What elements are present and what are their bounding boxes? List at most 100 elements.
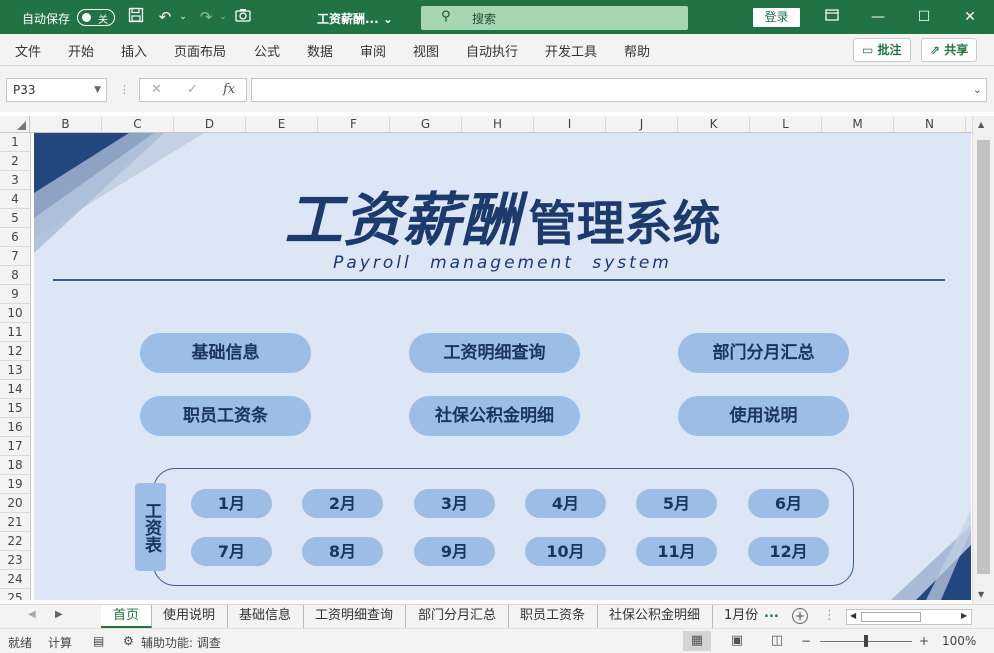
row-label[interactable]: 12 [0,342,30,361]
tab-scroll-right-icon[interactable]: ▶ [55,609,63,620]
tab-instructions[interactable]: 使用说明 [151,605,229,628]
tab-social-security[interactable]: 社保公积金明细 [597,605,714,628]
expand-formula-icon[interactable]: ⌄ [973,83,982,96]
menu-developer[interactable]: 开发工具 [545,41,597,60]
calculate-status[interactable]: 计算 [48,634,72,651]
menu-file[interactable]: 文件 [15,41,41,60]
share-button[interactable]: ⇗ 共享 [921,38,978,62]
month-button-9[interactable]: 9月 [414,537,495,566]
nav-button-payslip[interactable]: 职员工资条 [140,396,311,436]
undo-icon[interactable]: ↶ [155,7,175,27]
column-label[interactable]: B [30,117,102,132]
month-button-3[interactable]: 3月 [414,489,495,518]
column-label[interactable]: M [822,117,894,132]
zoom-in-button[interactable]: + [919,634,929,648]
zoom-out-button[interactable]: − [801,634,811,648]
menu-view[interactable]: 视图 [413,41,439,60]
nav-button-department-summary[interactable]: 部门分月汇总 [678,333,849,373]
save-icon[interactable] [126,7,146,27]
menu-insert[interactable]: 插入 [121,41,147,60]
month-button-7[interactable]: 7月 [191,537,272,566]
row-label[interactable]: 5 [0,209,30,228]
page-break-view-icon[interactable]: ◫ [763,631,791,651]
document-title[interactable]: 工资薪酬... ⌄ [317,10,393,27]
menu-home[interactable]: 开始 [68,41,94,60]
confirm-icon[interactable]: ✓ [187,82,198,97]
row-label[interactable]: 6 [0,228,30,247]
normal-view-icon[interactable]: ▦ [683,631,711,651]
zoom-level[interactable]: 100% [942,634,976,648]
autosave-toggle[interactable]: 关 [77,9,115,26]
tab-january[interactable]: 1月份 [712,605,760,628]
comments-button[interactable]: ▭ 批注 [853,38,911,62]
row-label[interactable]: 19 [0,475,30,494]
row-label[interactable]: 11 [0,323,30,342]
ribbon-display-icon[interactable] [817,5,847,29]
column-label[interactable]: E [246,117,318,132]
redo-dropdown-icon[interactable]: ⌄ [213,7,233,27]
month-button-11[interactable]: 11月 [636,537,717,566]
tab-basic-info[interactable]: 基础信息 [227,605,305,628]
nav-button-instructions[interactable]: 使用说明 [678,396,849,436]
row-label[interactable]: 25 [0,589,30,600]
menu-review[interactable]: 审阅 [360,41,386,60]
horizontal-scrollbar[interactable]: ◀ ▶ [846,609,972,625]
column-label[interactable]: C [102,117,174,132]
more-tabs-button[interactable]: ... [764,606,779,621]
close-icon[interactable]: ✕ [955,5,985,29]
cancel-icon[interactable]: ✕ [151,82,162,97]
row-label[interactable]: 8 [0,266,30,285]
column-label[interactable]: I [534,117,606,132]
row-label[interactable]: 9 [0,285,30,304]
row-label[interactable]: 16 [0,418,30,437]
row-label[interactable]: 14 [0,380,30,399]
month-button-1[interactable]: 1月 [191,489,272,518]
select-all-corner[interactable] [0,116,30,133]
page-layout-view-icon[interactable]: ▣ [723,631,751,651]
month-button-8[interactable]: 8月 [302,537,383,566]
zoom-slider-thumb[interactable] [864,635,868,647]
month-button-4[interactable]: 4月 [525,489,606,518]
vertical-scrollbar[interactable]: ▲ ▼ [972,116,994,604]
row-label[interactable]: 20 [0,494,30,513]
nav-button-social-security[interactable]: 社保公积金明细 [409,396,580,436]
add-sheet-icon[interactable]: + [792,608,808,624]
scroll-left-icon[interactable]: ◀ [850,611,856,620]
row-label[interactable]: 15 [0,399,30,418]
month-button-10[interactable]: 10月 [525,537,606,566]
menu-help[interactable]: 帮助 [624,41,650,60]
row-label[interactable]: 1 [0,133,30,152]
menu-automate[interactable]: 自动执行 [466,41,518,60]
row-label[interactable]: 21 [0,513,30,532]
column-label[interactable]: L [750,117,822,132]
column-label[interactable]: N [894,117,966,132]
row-label[interactable]: 17 [0,437,30,456]
horizontal-scroll-thumb[interactable] [861,612,921,622]
row-label[interactable]: 3 [0,171,30,190]
column-label[interactable]: G [390,117,462,132]
nav-button-basic-info[interactable]: 基础信息 [140,333,311,373]
camera-icon[interactable] [233,7,253,27]
column-label[interactable]: F [318,117,390,132]
row-label[interactable]: 4 [0,190,30,209]
month-button-2[interactable]: 2月 [302,489,383,518]
maximize-icon[interactable]: ☐ [909,5,939,29]
tab-scroll-left-icon[interactable]: ◀ [28,609,36,620]
scroll-thumb[interactable] [977,140,990,574]
column-label[interactable]: H [462,117,534,132]
undo-dropdown-icon[interactable]: ⌄ [173,7,193,27]
menu-formulas[interactable]: 公式 [254,41,280,60]
row-label[interactable]: 18 [0,456,30,475]
scroll-right-icon[interactable]: ▶ [961,611,967,620]
name-box[interactable]: P33 ▼ [6,78,107,102]
row-label[interactable]: 7 [0,247,30,266]
row-label[interactable]: 23 [0,551,30,570]
tab-department-summary[interactable]: 部门分月汇总 [406,605,510,628]
scroll-down-icon[interactable]: ▼ [978,590,984,599]
column-label[interactable]: D [174,117,246,132]
tab-home[interactable]: 首页 [101,605,153,628]
month-button-12[interactable]: 12月 [748,537,829,566]
formula-input[interactable]: ⌄ [251,78,987,102]
chevron-down-icon[interactable]: ▼ [94,79,101,101]
nav-button-salary-detail[interactable]: 工资明细查询 [409,333,580,373]
